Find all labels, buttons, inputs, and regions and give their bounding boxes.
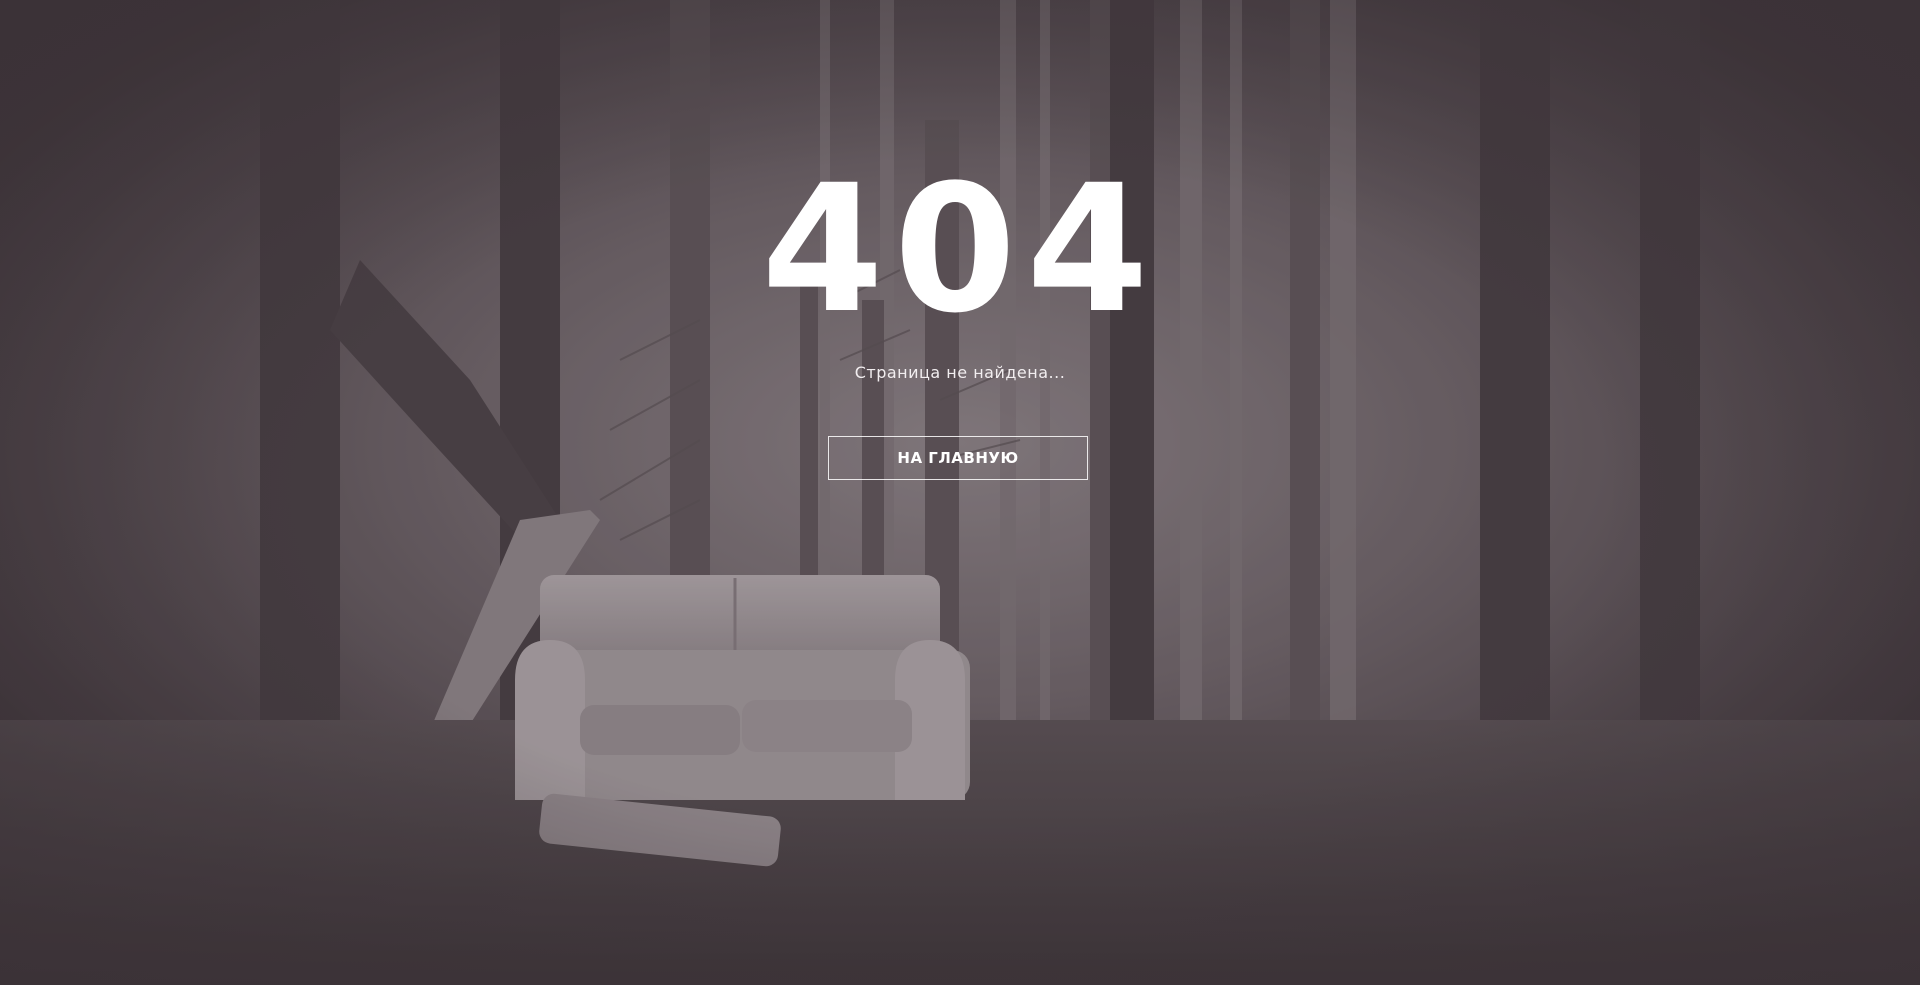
error-content: 404 Страница не найдена... НА ГЛАВНУЮ [0,0,1920,985]
home-button[interactable]: НА ГЛАВНУЮ [828,436,1088,480]
error-code-heading: 404 [761,147,1159,352]
error-page: 404 Страница не найдена... НА ГЛАВНУЮ [0,0,1920,985]
home-button-label: НА ГЛАВНУЮ [897,449,1019,467]
error-message: Страница не найдена... [854,363,1066,382]
